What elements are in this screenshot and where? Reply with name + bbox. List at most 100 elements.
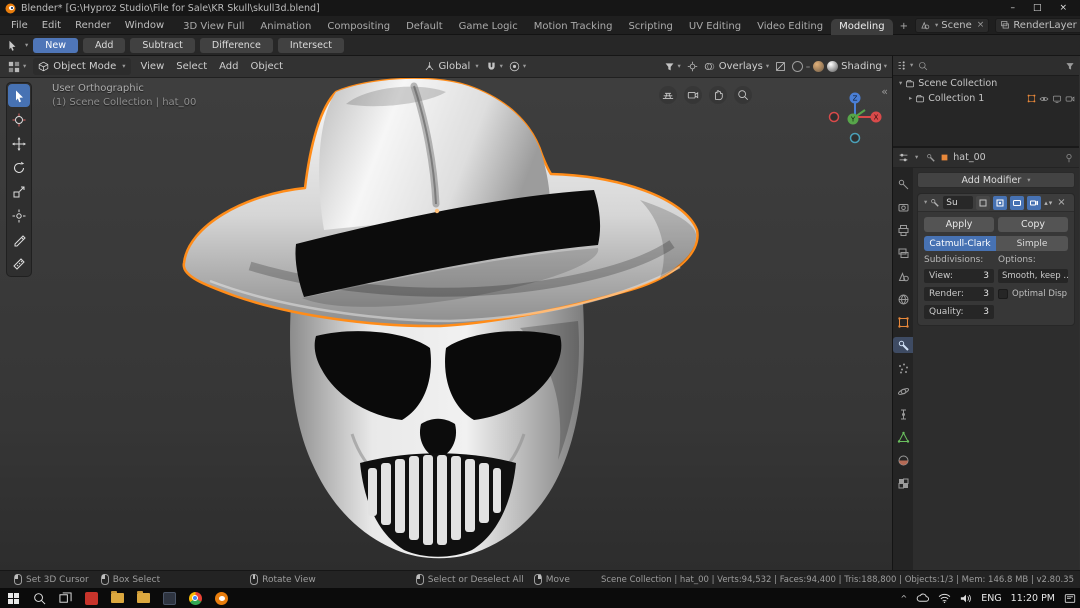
taskbar-folder-1[interactable] <box>104 588 130 608</box>
tab-world[interactable] <box>893 291 913 307</box>
viewport-menu-view[interactable]: View <box>135 61 171 72</box>
snap-chevron-icon[interactable]: ▾ <box>500 63 503 70</box>
task-view-button[interactable] <box>52 588 78 608</box>
start-button[interactable] <box>0 588 26 608</box>
taskbar-blender[interactable] <box>208 588 234 608</box>
view-subdivisions-field[interactable]: View: 3 <box>924 269 994 283</box>
minimize-button[interactable]: – <box>1010 3 1015 13</box>
tab-video-editing[interactable]: Video Editing <box>749 19 831 35</box>
proportional-chevron-icon[interactable]: ▾ <box>523 63 526 70</box>
render-subdivisions-field[interactable]: Render: 3 <box>924 287 994 301</box>
viewport-menu-select[interactable]: Select <box>170 61 213 72</box>
tab-animation[interactable]: Animation <box>252 19 319 35</box>
tool-measure[interactable] <box>8 252 30 275</box>
hide-eye-icon[interactable] <box>1039 94 1049 104</box>
modifier-move-up-icon[interactable]: ▴ <box>1044 199 1048 207</box>
scene-collection-expand-icon[interactable]: ▾ <box>899 80 902 87</box>
optimal-display-option[interactable]: Optimal Disp... <box>998 287 1068 301</box>
bool-subtract-button[interactable]: Subtract <box>130 38 194 53</box>
menu-file[interactable]: File <box>4 19 35 32</box>
shading-rendered-icon[interactable] <box>827 61 838 72</box>
xray-toggle[interactable] <box>772 61 789 72</box>
viewport-menu-object[interactable]: Object <box>245 61 290 72</box>
menu-window[interactable]: Window <box>118 19 171 32</box>
editor-type-button[interactable]: ▾ <box>5 61 29 73</box>
taskbar-folder-2[interactable] <box>130 588 156 608</box>
overlays-toggle[interactable]: Overlays ▾ <box>701 61 772 72</box>
outliner-row-collection-1[interactable]: ▸ Collection 1 <box>893 91 1079 106</box>
shading-material-icon[interactable] <box>813 61 824 72</box>
notification-icon[interactable] <box>1064 593 1076 604</box>
copy-button[interactable]: Copy <box>998 217 1068 232</box>
tab-material[interactable] <box>893 452 913 468</box>
visibility-filter-button[interactable]: ▾ <box>661 61 684 72</box>
tab-modifiers[interactable] <box>893 337 913 353</box>
pin-icon[interactable] <box>1064 153 1074 163</box>
camera-view-button[interactable] <box>684 86 702 104</box>
close-button[interactable]: × <box>1059 3 1067 13</box>
tool-select-box[interactable] <box>8 84 30 107</box>
tab-uv-editing[interactable]: UV Editing <box>681 19 749 35</box>
add-modifier-button[interactable]: Add Modifier ▾ <box>917 172 1075 188</box>
uv-smooth-dropdown[interactable]: Smooth, keep ... ▾ <box>998 269 1068 283</box>
render-layer-selector[interactable]: RenderLayer × <box>995 18 1080 33</box>
tab-constraints[interactable] <box>893 406 913 422</box>
viewport-canvas[interactable]: User Orthographic (1) Scene Collection |… <box>0 78 892 570</box>
modifier-editmode-toggle[interactable] <box>993 196 1007 210</box>
scene-selector[interactable]: ▾ Scene × <box>915 18 989 33</box>
menu-render[interactable]: Render <box>68 19 118 32</box>
gizmo-negative-z-axis[interactable] <box>851 134 860 143</box>
scene-unlink-icon[interactable]: × <box>977 20 985 30</box>
tab-physics[interactable] <box>893 383 913 399</box>
maximize-button[interactable]: □ <box>1033 3 1042 13</box>
proportional-editing-toggle[interactable]: ▾ <box>506 61 529 72</box>
tool-annotate[interactable] <box>8 228 30 251</box>
clock[interactable]: 11:20 PM <box>1011 593 1055 604</box>
cloud-icon[interactable] <box>916 593 929 603</box>
mode-selector[interactable]: Object Mode ▾ <box>33 58 130 75</box>
tab-scene[interactable] <box>893 268 913 284</box>
taskbar-chrome[interactable] <box>182 588 208 608</box>
tab-object-data[interactable] <box>893 429 913 445</box>
tab-view-layer[interactable] <box>893 245 913 261</box>
tab-object[interactable] <box>893 314 913 330</box>
tool-scale[interactable] <box>8 180 30 203</box>
shading-wireframe-icon[interactable] <box>792 61 803 72</box>
tool-move[interactable] <box>8 132 30 155</box>
modifier-expand-icon[interactable]: ▾ <box>924 199 927 206</box>
modifier-realtime-toggle[interactable] <box>1010 196 1024 210</box>
volume-icon[interactable] <box>960 593 972 604</box>
tab-default[interactable]: Default <box>398 19 451 35</box>
navigation-gizmo[interactable]: Z X Y <box>826 88 884 146</box>
properties-editor-chevron-icon[interactable]: ▾ <box>915 154 918 161</box>
add-workspace-button[interactable]: + <box>893 19 915 35</box>
simple-option[interactable]: Simple <box>996 236 1068 251</box>
tool-rotate[interactable] <box>8 156 30 179</box>
tab-render[interactable] <box>893 199 913 215</box>
bool-difference-button[interactable]: Difference <box>200 38 273 53</box>
bool-new-button[interactable]: New <box>33 38 78 53</box>
tab-texture[interactable] <box>893 475 913 491</box>
scene-browse-chevron-icon[interactable]: ▾ <box>935 22 938 29</box>
modifier-delete-icon[interactable]: × <box>1057 197 1065 208</box>
optimal-display-checkbox[interactable] <box>998 289 1008 299</box>
scene-3d-view[interactable] <box>0 78 892 570</box>
taskbar-app-red[interactable] <box>78 588 104 608</box>
modifier-on-cage-toggle[interactable] <box>976 196 990 210</box>
tab-scripting[interactable]: Scripting <box>620 19 680 35</box>
zoom-view-button[interactable] <box>734 86 752 104</box>
outliner-editor-icon[interactable] <box>897 60 908 71</box>
menu-edit[interactable]: Edit <box>35 19 68 32</box>
properties-editor-icon[interactable] <box>898 152 909 163</box>
outliner-search-icon[interactable] <box>918 61 928 71</box>
viewport-menu-add[interactable]: Add <box>213 61 244 72</box>
taskbar-search-button[interactable] <box>26 588 52 608</box>
disable-viewport-icon[interactable] <box>1052 94 1062 104</box>
apply-button[interactable]: Apply <box>924 217 994 232</box>
tab-motion-tracking[interactable]: Motion Tracking <box>526 19 621 35</box>
modifier-render-toggle[interactable] <box>1027 196 1041 210</box>
perspective-grid-button[interactable] <box>659 86 677 104</box>
modifier-name-field[interactable]: Su <box>943 196 973 209</box>
tab-compositing[interactable]: Compositing <box>319 19 398 35</box>
shading-chevron-icon[interactable]: ▾ <box>884 63 887 70</box>
